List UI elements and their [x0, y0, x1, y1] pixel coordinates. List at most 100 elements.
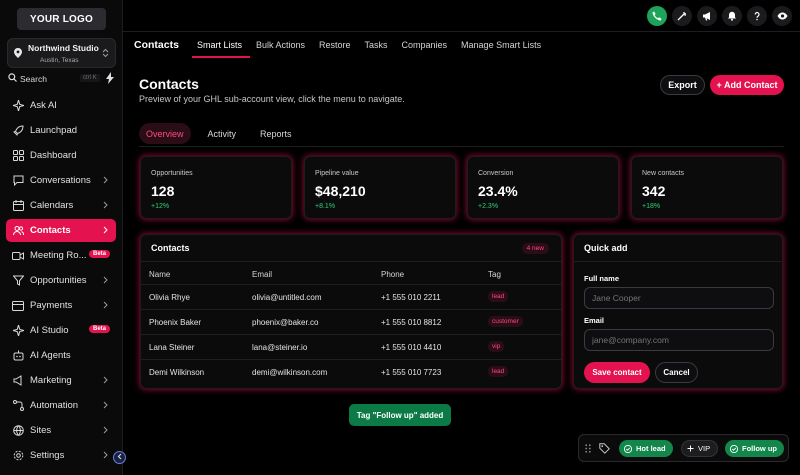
users-icon: [12, 225, 24, 237]
sidebar-item-ai-agents[interactable]: AI Agents: [6, 344, 116, 367]
chevron-right-icon: [103, 276, 108, 287]
tag-badge: customer: [488, 316, 523, 327]
help-icon[interactable]: [747, 6, 767, 26]
sidebar-nav: Ask AI Launchpad Dashboard Conversations…: [6, 94, 116, 469]
column-header-email[interactable]: Email: [252, 270, 272, 279]
chevron-right-icon: [103, 201, 108, 212]
grid-icon: [12, 150, 24, 162]
beta-badge: Beta: [88, 250, 110, 258]
sidebar-item-meeting-rooms[interactable]: Meeting Ro... Beta: [6, 244, 116, 267]
cell-name: Lana Steiner: [149, 343, 195, 352]
plus-icon: [687, 445, 694, 452]
tab-tasks[interactable]: Tasks: [365, 40, 388, 50]
divider: [141, 261, 561, 262]
eye-icon[interactable]: [772, 6, 792, 26]
location-pin-icon: [14, 48, 22, 61]
sidebar-item-dashboard[interactable]: Dashboard: [6, 144, 116, 167]
cell-email: lana@steiner.io: [252, 343, 308, 352]
account-switcher[interactable]: Northwind Studio Austin, Texas: [7, 38, 116, 68]
topbar: Contacts Smart Lists Bulk Actions Restor…: [123, 0, 800, 58]
tag-badge: lead: [488, 366, 509, 377]
table-row[interactable]: Lana Steiner lana@steiner.io +1 555 010 …: [141, 335, 561, 360]
email-input[interactable]: [584, 329, 774, 351]
sparkle-icon: [12, 100, 24, 112]
sidebar-item-sites[interactable]: Sites: [6, 419, 116, 442]
sidebar-item-label: Payments: [30, 300, 73, 311]
sidebar-item-ai-studio[interactable]: AI Studio Beta: [6, 319, 116, 342]
drag-handle-icon[interactable]: [585, 444, 591, 456]
add-contact-button[interactable]: + Add Contact: [710, 75, 784, 95]
full-name-label: Full name: [584, 274, 620, 283]
sidebar-item-settings[interactable]: Settings: [6, 444, 116, 467]
stat-card-conversion: Conversion 23.4% +2.3%: [467, 156, 619, 219]
full-name-input[interactable]: [584, 287, 774, 309]
tab-activity[interactable]: Activity: [201, 123, 244, 144]
stat-value: 342: [642, 183, 666, 199]
table-row[interactable]: Phoenix Baker phoenix@baker.co +1 555 01…: [141, 310, 561, 335]
sidebar-search[interactable]: Search ctrl K: [7, 72, 117, 85]
column-header-name[interactable]: Name: [149, 270, 170, 279]
sidebar-item-launchpad[interactable]: Launchpad: [6, 119, 116, 142]
bell-icon[interactable]: [722, 6, 742, 26]
sidebar-item-label: Settings: [30, 450, 65, 461]
sidebar-item-conversations[interactable]: Conversations: [6, 169, 116, 192]
quick-add-title: Quick add: [584, 243, 628, 253]
logo: YOUR LOGO: [17, 8, 106, 30]
filter-icon: [12, 275, 24, 287]
sidebar-collapse-button[interactable]: [113, 451, 126, 464]
tab-companies[interactable]: Companies: [402, 40, 448, 50]
cancel-button[interactable]: Cancel: [655, 362, 698, 383]
cell-name: Demi Wilkinson: [149, 368, 205, 377]
column-header-tag[interactable]: Tag: [488, 270, 501, 279]
tag-badge: lead: [488, 291, 509, 302]
stat-value: 23.4%: [478, 183, 518, 199]
sidebar-item-ask-ai[interactable]: Ask AI: [6, 94, 116, 117]
sidebar-item-payments[interactable]: Payments: [6, 294, 116, 317]
sidebar-item-marketing[interactable]: Marketing: [6, 369, 116, 392]
tab-restore[interactable]: Restore: [319, 40, 351, 50]
tab-bulk-actions[interactable]: Bulk Actions: [256, 40, 305, 50]
module-title: Contacts: [134, 39, 179, 51]
sidebar-item-contacts[interactable]: Contacts: [6, 219, 116, 242]
lightning-icon[interactable]: [106, 72, 114, 87]
chip-label: Hot lead: [636, 444, 666, 453]
chip-follow-up[interactable]: Follow up: [725, 440, 784, 457]
sidebar-item-label: Meeting Ro...: [30, 250, 87, 261]
column-header-phone[interactable]: Phone: [381, 270, 404, 279]
tab-smart-lists[interactable]: Smart Lists: [191, 40, 250, 58]
chevron-right-icon: [103, 426, 108, 437]
cell-name: Olivia Rhye: [149, 293, 190, 302]
stat-delta: +2.3%: [478, 203, 499, 210]
tab-overview[interactable]: Overview: [139, 123, 191, 144]
sidebar-item-automation[interactable]: Automation: [6, 394, 116, 417]
export-button[interactable]: Export: [660, 75, 705, 95]
phone-icon[interactable]: [647, 6, 667, 26]
tab-reports[interactable]: Reports: [253, 123, 299, 144]
stat-label: New contacts: [642, 170, 685, 177]
megaphone-icon[interactable]: [697, 6, 717, 26]
stat-card-pipeline-value: Pipeline value $48,210 +8.1%: [304, 156, 456, 219]
cell-email: demi@wilkinson.com: [252, 368, 328, 377]
sidebar-item-label: Conversations: [30, 175, 91, 186]
sidebar-item-label: AI Agents: [30, 350, 71, 361]
table-row[interactable]: Demi Wilkinson demi@wilkinson.com +1 555…: [141, 360, 561, 385]
cell-name: Phoenix Baker: [149, 318, 202, 327]
automation-icon: [12, 400, 24, 412]
save-contact-button[interactable]: Save contact: [584, 362, 650, 383]
magic-wand-icon[interactable]: [672, 6, 692, 26]
beta-badge: Beta: [88, 325, 110, 333]
stat-delta: +8.1%: [315, 203, 336, 210]
sidebar-item-label: Calendars: [30, 200, 74, 211]
tab-manage-smart-lists[interactable]: Manage Smart Lists: [461, 40, 541, 50]
bot-icon: [12, 350, 24, 362]
chevron-updown-icon: [102, 48, 109, 61]
table-row[interactable]: Olivia Rhye olivia@untitled.com +1 555 0…: [141, 285, 561, 310]
sidebar-item-calendars[interactable]: Calendars: [6, 194, 116, 217]
sidebar-item-opportunities[interactable]: Opportunities: [6, 269, 116, 292]
sidebar-item-label: Sites: [30, 425, 52, 436]
sparkle-icon: [12, 325, 24, 337]
chip-hot-lead[interactable]: Hot lead: [619, 440, 673, 457]
chip-vip[interactable]: VIP: [681, 440, 719, 457]
cell-email: olivia@untitled.com: [252, 293, 322, 302]
module-tabs: Contacts Smart Lists Bulk Actions Restor…: [134, 39, 555, 58]
